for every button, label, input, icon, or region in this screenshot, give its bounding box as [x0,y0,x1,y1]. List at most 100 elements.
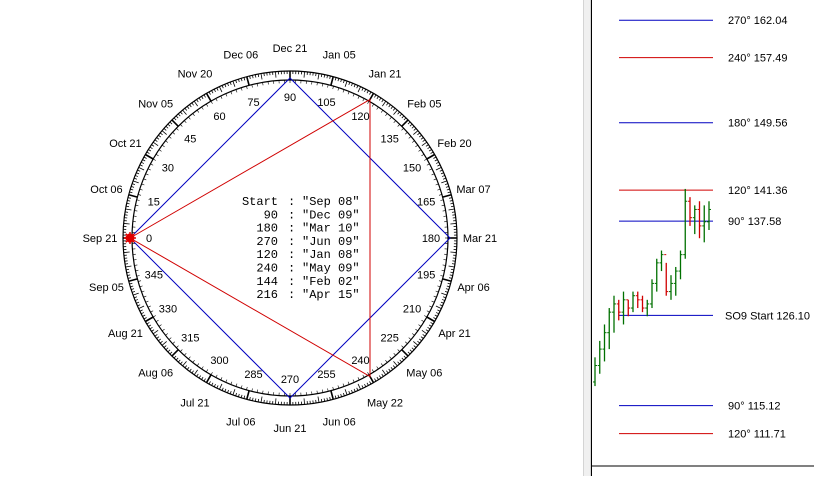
inner-tick [385,360,387,362]
inner-tick [381,363,383,365]
date-label: Mar 21 [463,233,497,245]
tick [124,223,130,224]
inner-tick [432,174,435,175]
tick [130,189,133,190]
tick [204,95,206,98]
inner-tick [169,338,171,340]
tick [321,399,322,402]
tick [318,397,319,403]
date-label: May 06 [406,367,442,379]
tick [386,103,388,105]
tick [435,315,438,316]
inner-tick [216,375,217,378]
date-label: Dec 06 [223,49,258,61]
inner-tick [372,369,374,372]
degree-label: 120 [351,111,369,123]
inner-tick [150,164,153,165]
tick [212,91,213,94]
tick [358,87,361,92]
tick [183,110,187,115]
tick [345,389,347,395]
tick [238,394,239,397]
tick [338,78,339,81]
tick [449,209,455,210]
tick [132,184,135,185]
tick [331,391,333,400]
tick [402,120,408,126]
tick [419,339,421,341]
legend-value: "Dec 09" [302,208,360,222]
tick [197,374,199,376]
tick [126,266,132,267]
inner-tick [368,372,370,375]
inner-tick [409,338,411,340]
tick [140,310,143,311]
tick [377,377,379,380]
tick [158,135,160,137]
tick [225,84,226,87]
level-label: 240° 157.49 [728,53,787,65]
tick [440,305,443,306]
tick [408,352,410,354]
tick [135,299,138,300]
tick [391,367,393,369]
inner-tick [439,194,442,195]
tick [451,269,454,270]
tick [443,195,452,197]
inner-tick [153,159,156,161]
tick [402,116,404,118]
tick [417,341,419,343]
tick [204,379,206,382]
tick [431,322,434,324]
tick [367,91,368,94]
tick [241,78,242,81]
date-label: Jul 06 [226,417,255,429]
tick [445,184,448,185]
tick [412,126,414,128]
inner-tick [372,104,374,107]
square-of-nine-wheel-panel: 0153045607590105120135150165180195210225… [0,0,583,476]
inner-tick [176,128,178,130]
degree-label: 225 [381,333,399,345]
inner-tick [197,110,199,112]
tick [275,398,276,404]
inner-tick [216,98,217,101]
inner-tick [333,387,334,390]
tick [209,92,210,95]
inner-tick [377,367,379,369]
tick [152,145,154,147]
tick [222,85,223,88]
degree-label: 285 [244,369,262,381]
legend-colon: : [288,275,295,289]
inner-tick [424,316,427,318]
tick [141,162,144,163]
date-label: Jun 21 [273,423,306,435]
inner-tick [394,353,396,355]
inner-tick [165,333,167,335]
tick [433,318,436,319]
panel-splitter[interactable] [583,0,591,476]
tick [152,330,154,332]
degree-label: 270 [281,374,299,386]
inner-tick [401,346,403,348]
tick [362,88,363,91]
tick [374,379,376,382]
tick [421,337,423,339]
tick [357,388,358,391]
tick [362,385,363,388]
tick [404,118,406,120]
degree-label: 135 [381,133,399,145]
tick [130,286,133,287]
tick [404,356,406,358]
tick [426,330,428,332]
tick [449,266,455,267]
tick [261,397,262,403]
tick [304,72,305,78]
tick [233,81,235,87]
tick [124,252,130,253]
tick [442,175,445,176]
degree-label: 0 [146,233,152,245]
tick [162,341,167,345]
date-label: Jan 05 [323,49,356,61]
tick [354,389,355,392]
